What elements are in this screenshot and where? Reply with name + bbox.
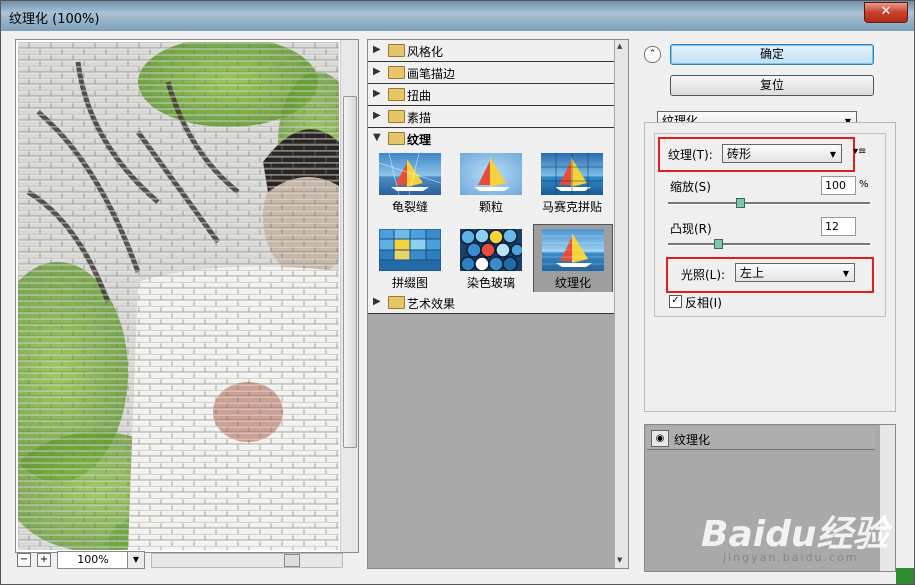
expand-arrow-icon[interactable]: ▶ (373, 44, 381, 55)
scroll-up-icon[interactable]: ▲ (617, 42, 622, 50)
thumbnail-image (379, 229, 441, 271)
zoom-in-button[interactable]: + (37, 553, 51, 567)
folder-icon (388, 66, 405, 79)
category-label: 艺术效果 (407, 297, 456, 311)
preview-image[interactable] (18, 42, 339, 550)
filter-gallery-tree: ▶ 风格化 ▶ 画笔描边 ▶ 扭曲 ▶ 素描 ▼ 纹理 龟裂缝 颗粒 马赛克拼贴… (367, 39, 629, 569)
folder-icon (388, 44, 405, 57)
thumbnail-label: 染色玻璃 (466, 276, 515, 290)
thumbnail-image (379, 153, 441, 195)
light-select[interactable]: 左上 ▼ (735, 263, 855, 282)
tree-scrollbar[interactable]: ▲ ▼ (614, 40, 628, 568)
slider-knob[interactable] (736, 198, 745, 208)
textured-photo (18, 42, 339, 550)
collapse-arrow-icon[interactable]: ▼ (373, 132, 381, 143)
thumbnail-image (460, 229, 522, 271)
thumb-texturizer[interactable]: 纹理化 (533, 224, 613, 296)
category-distort[interactable]: ▶ 扭曲 (368, 84, 614, 106)
thumbnail-image (460, 153, 522, 195)
category-sketch[interactable]: ▶ 素描 (368, 106, 614, 128)
texture-label: 纹理(T): (668, 148, 713, 162)
ok-button[interactable]: 确定 (670, 44, 874, 65)
zoom-dropdown-icon[interactable]: ▼ (127, 551, 145, 569)
invert-label: 反相(I) (685, 296, 722, 310)
collapse-gallery-button[interactable]: ⌃ (644, 46, 661, 63)
thumb-stained-glass[interactable]: 染色玻璃 (452, 225, 530, 295)
reset-button[interactable]: 复位 (670, 75, 874, 96)
thumbnail-label: 龟裂缝 (391, 200, 428, 214)
texture-select-value: 砖形 (727, 147, 752, 161)
texture-select[interactable]: 砖形 ▼ (722, 144, 842, 163)
scale-slider[interactable] (668, 198, 870, 208)
preview-pane (15, 39, 359, 553)
zoom-bar: − + 100% ▼ (15, 551, 357, 569)
close-button[interactable]: ✕ (864, 2, 908, 23)
scale-label: 缩放(S) (670, 180, 711, 194)
preview-vertical-scrollbar[interactable] (340, 40, 358, 552)
open-folder-icon (388, 132, 405, 145)
relief-label: 凸现(R) (670, 222, 712, 236)
invert-checkbox[interactable]: ✓ (669, 295, 682, 308)
texture-thumbnails: 龟裂缝 颗粒 马赛克拼贴 拼缀图 染色玻璃 纹理化 (368, 146, 614, 298)
category-artistic[interactable]: ▶ 艺术效果 (368, 292, 614, 314)
layer-label: 纹理化 (674, 433, 711, 447)
title-bar: 纹理化 (100%) ✕ (1, 1, 914, 31)
window-title: 纹理化 (100%) (9, 12, 100, 27)
zoom-out-button[interactable]: − (17, 553, 31, 567)
eye-icon[interactable]: ◉ (651, 430, 669, 447)
category-label: 画笔描边 (407, 67, 456, 81)
thumb-grain[interactable]: 颗粒 (452, 149, 530, 219)
watermark: Baidu经验 jingyan.baidu.com (701, 481, 901, 564)
expand-arrow-icon[interactable]: ▶ (373, 296, 381, 307)
category-label: 风格化 (407, 45, 444, 59)
scroll-thumb[interactable] (343, 96, 357, 448)
thumb-patchwork[interactable]: 拼缀图 (371, 225, 449, 295)
chevron-down-icon: ▼ (829, 150, 836, 159)
folder-icon (388, 296, 405, 309)
effect-layer-row[interactable]: ◉ 纹理化 (647, 427, 875, 450)
light-label: 光照(L): (681, 268, 726, 282)
texture-menu-icon[interactable]: ▾≡ (853, 146, 866, 157)
filter-dialog: 纹理化 (100%) ✕ − + 100% ▼ ▶ 风格化 ▶ 画笔描边 ▶ 扭… (0, 0, 915, 585)
thumb-craquelure[interactable]: 龟裂缝 (371, 149, 449, 219)
thumbnail-label: 颗粒 (478, 200, 503, 214)
thumbnail-label: 纹理化 (554, 276, 591, 290)
thumbnail-image (542, 229, 604, 271)
folder-icon (388, 110, 405, 123)
scale-unit: % (859, 179, 869, 190)
category-brush-strokes[interactable]: ▶ 画笔描边 (368, 62, 614, 84)
light-select-value: 左上 (740, 266, 765, 280)
scroll-thumb[interactable] (284, 554, 300, 567)
expand-arrow-icon[interactable]: ▶ (373, 110, 381, 121)
thumbnail-label: 拼缀图 (391, 276, 428, 290)
category-stylize[interactable]: ▶ 风格化 (368, 40, 614, 62)
chevron-down-icon: ▼ (842, 269, 849, 278)
slider-knob[interactable] (714, 239, 723, 249)
expand-arrow-icon[interactable]: ▶ (373, 66, 381, 77)
thumbnail-image (541, 153, 603, 195)
zoom-level-field[interactable]: 100% (57, 551, 129, 569)
corner-logo (896, 568, 914, 584)
scale-input[interactable]: 100 (821, 176, 856, 195)
thumb-mosaic-tiles[interactable]: 马赛克拼贴 (533, 149, 611, 219)
preview-horizontal-scrollbar[interactable] (151, 553, 343, 568)
watermark-url: jingyan.baidu.com (723, 551, 859, 564)
category-label: 素描 (407, 111, 432, 125)
category-label: 扭曲 (407, 89, 432, 103)
relief-input[interactable]: 12 (821, 217, 856, 236)
thumbnail-label: 马赛克拼贴 (541, 200, 602, 214)
scroll-down-icon[interactable]: ▼ (617, 556, 622, 564)
relief-slider[interactable] (668, 239, 870, 249)
watermark-logo: Baidu经验 (701, 514, 889, 555)
folder-icon (388, 88, 405, 101)
expand-arrow-icon[interactable]: ▶ (373, 88, 381, 99)
